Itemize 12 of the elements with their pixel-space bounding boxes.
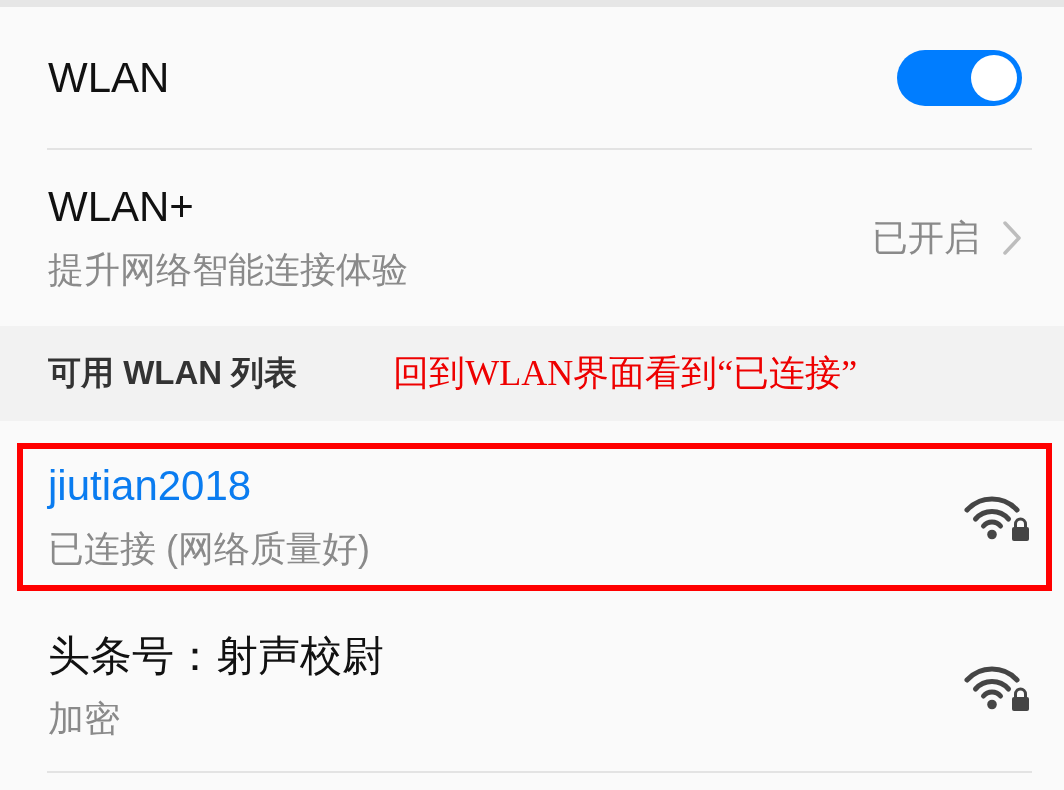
- annotation-text: 回到WLAN界面看到“已连接”: [393, 352, 858, 395]
- network-status: 加密: [48, 697, 121, 741]
- wlan-plus-status: 已开启: [872, 216, 980, 260]
- wlan-label: WLAN: [48, 52, 170, 103]
- network-status: 已连接 (网络质量好): [48, 527, 370, 571]
- network-name: 头条号：射声校尉: [48, 631, 384, 681]
- wlan-plus-title: WLAN+: [48, 182, 195, 232]
- network-row[interactable]: jiutian2018 已连接 (网络质量好): [17, 443, 1052, 591]
- section-title: 可用 WLAN 列表: [48, 353, 298, 393]
- wlan-toggle[interactable]: [897, 49, 1022, 106]
- network-name: jiutian2018: [48, 461, 253, 511]
- wlan-plus-subtitle: 提升网络智能连接体验: [48, 248, 408, 292]
